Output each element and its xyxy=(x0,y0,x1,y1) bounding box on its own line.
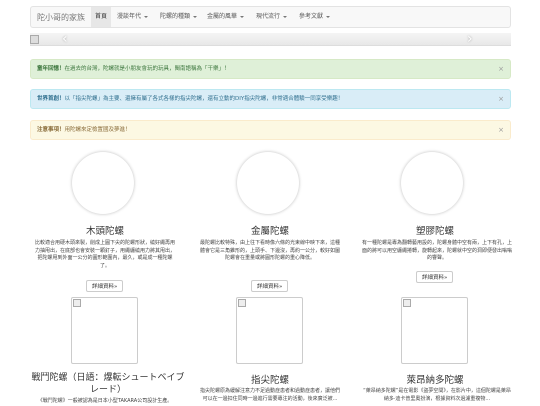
close-icon[interactable]: × xyxy=(498,60,504,78)
chevron-left-icon[interactable]: ‹ xyxy=(62,31,68,47)
alert-warning-text: 用陀螺來定檢置國及夢進！ xyxy=(64,127,131,133)
nav-modern-label: 現代流行 xyxy=(256,13,281,20)
alert-warning-strong: 注意事項！ xyxy=(37,127,65,133)
card-image-metal xyxy=(237,152,299,214)
card-title: 木頭陀螺 xyxy=(85,226,124,237)
card-title: 戰鬥陀螺（日語：爆転シュートベイブレード） xyxy=(31,373,185,395)
card-title: 塑膠陀螺 xyxy=(415,226,454,237)
nav-types[interactable]: 陀螺的種類 xyxy=(156,7,201,27)
site-brand[interactable]: 陀小哥的家族 xyxy=(37,12,85,23)
card-text: 最陀螺比較特殊，由上往下看時像六條的光束線中映下來，這種體會它是三角錐形的，上頭… xyxy=(199,240,340,261)
alert-info-strong: 世界首創！ xyxy=(37,96,65,102)
card-text: 比較適合用硬木頭來製，削成上圓下尖的陀螺形狀，繞好繩再用力抽甩出，在底部也會安裝… xyxy=(34,240,175,269)
card-thumbnail xyxy=(401,297,468,364)
nav-references-label: 參考文獻 xyxy=(299,13,324,20)
close-icon[interactable]: × xyxy=(498,121,504,139)
alert-info-text: 以「指尖陀螺」為主要、還擁有屬了各式各樣的指尖陀螺，還有立動的DIY指尖陀螺，非… xyxy=(64,96,344,102)
card-thumbnail xyxy=(71,297,138,364)
broken-image-icon xyxy=(73,299,81,307)
nav-references[interactable]: 參考文獻 xyxy=(295,7,334,27)
card-title: 萊昂納多陀螺 xyxy=(406,375,464,386)
caret-down-icon xyxy=(240,15,245,18)
close-icon[interactable]: × xyxy=(498,90,504,108)
nav-home-label: 首頁 xyxy=(95,13,108,20)
broken-image-icon xyxy=(30,35,39,44)
card-title: 指尖陀螺 xyxy=(250,375,289,386)
card-image-plastic xyxy=(401,152,463,214)
details-button[interactable]: 詳細資料» xyxy=(251,280,289,292)
alert-success: 童年回憶！在過去的台灣，陀螺就是小朋友會玩的玩具，閩南語稱為「干樂」！ × xyxy=(30,59,511,79)
nav-types-label: 陀螺的種類 xyxy=(160,13,191,20)
card-thumbnail xyxy=(236,297,303,364)
carousel: ‹ › xyxy=(30,31,511,47)
nav-modern[interactable]: 現代流行 xyxy=(252,7,291,27)
details-button[interactable]: 詳細資料» xyxy=(416,271,454,283)
card-text: 《戰鬥陀螺》一般被認為是日本小型TAKARA公司設計生產。 xyxy=(37,398,173,404)
navbar: 陀小哥的家族 首頁 漫談年代 陀螺的種類 金屬的風華 現代流行 參考文獻 xyxy=(30,6,511,28)
alert-success-strong: 童年回憶！ xyxy=(37,66,65,72)
card-text: “萊昂納多陀螺”是在電影《盜夢空間》，在影片中，這個陀螺是萊昂納多·迪卡普里奧扮… xyxy=(363,388,511,402)
caret-down-icon xyxy=(326,15,331,18)
caret-down-icon xyxy=(283,15,288,18)
caret-down-icon xyxy=(144,15,149,18)
details-button[interactable]: 詳細資料» xyxy=(86,280,124,292)
nav-history-label: 漫談年代 xyxy=(117,13,142,20)
nav-history[interactable]: 漫談年代 xyxy=(113,7,152,27)
alert-warning: 注意事項！用陀螺來定檢置國及夢進！ × xyxy=(30,120,511,140)
card-title: 金屬陀螺 xyxy=(250,226,289,237)
broken-image-icon xyxy=(403,299,411,307)
alert-success-text: 在過去的台灣，陀螺就是小朋友會玩的玩具，閩南語稱為「干樂」！ xyxy=(64,66,230,72)
caret-down-icon xyxy=(193,15,198,18)
chevron-right-icon[interactable]: › xyxy=(467,31,473,47)
nav-metal-label: 金屬的風華 xyxy=(207,13,238,20)
alert-info: 世界首創！以「指尖陀螺」為主要、還擁有屬了各式各樣的指尖陀螺，還有立動的DIY指… xyxy=(30,89,511,109)
card-image-wood xyxy=(72,152,134,214)
nav-home[interactable]: 首頁 xyxy=(91,7,112,27)
nav-metal[interactable]: 金屬的風華 xyxy=(203,7,248,27)
card-text: 指尖陀螺原為緩解注意力不足過動症患者和過動症患者，讓他們可以在一邊扣住同時一邊進… xyxy=(199,388,340,402)
broken-image-icon xyxy=(238,299,246,307)
card-text: 有一種陀螺是專為翻轉藝用設的，陀螺身體中空有兩，上下有孔，上面的將可以用空纏繩捲… xyxy=(362,240,513,261)
